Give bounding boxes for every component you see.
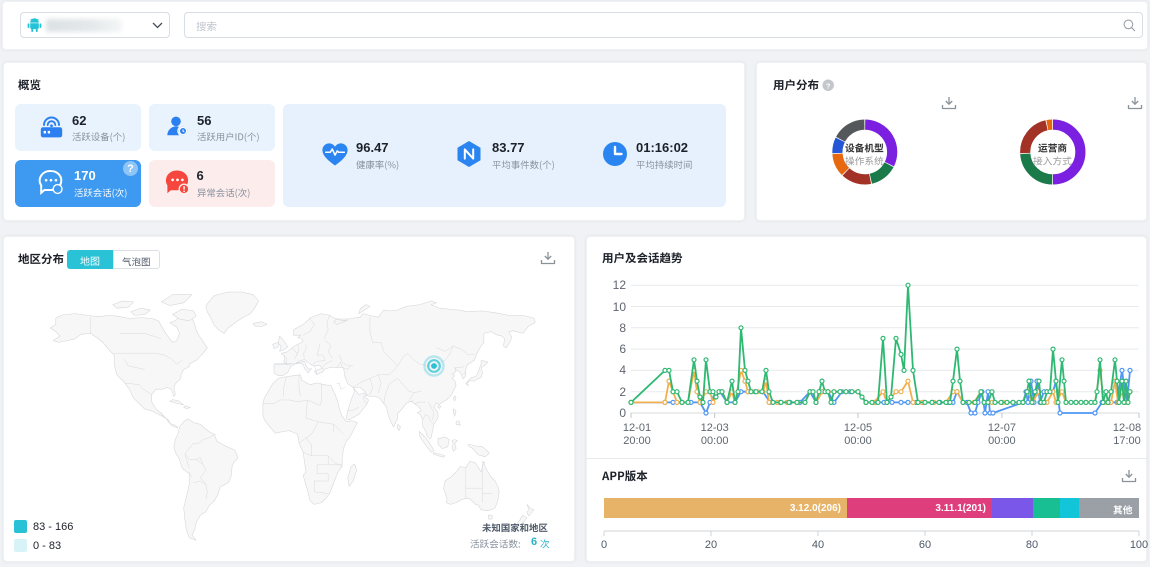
svg-text:?: ? (127, 163, 134, 175)
